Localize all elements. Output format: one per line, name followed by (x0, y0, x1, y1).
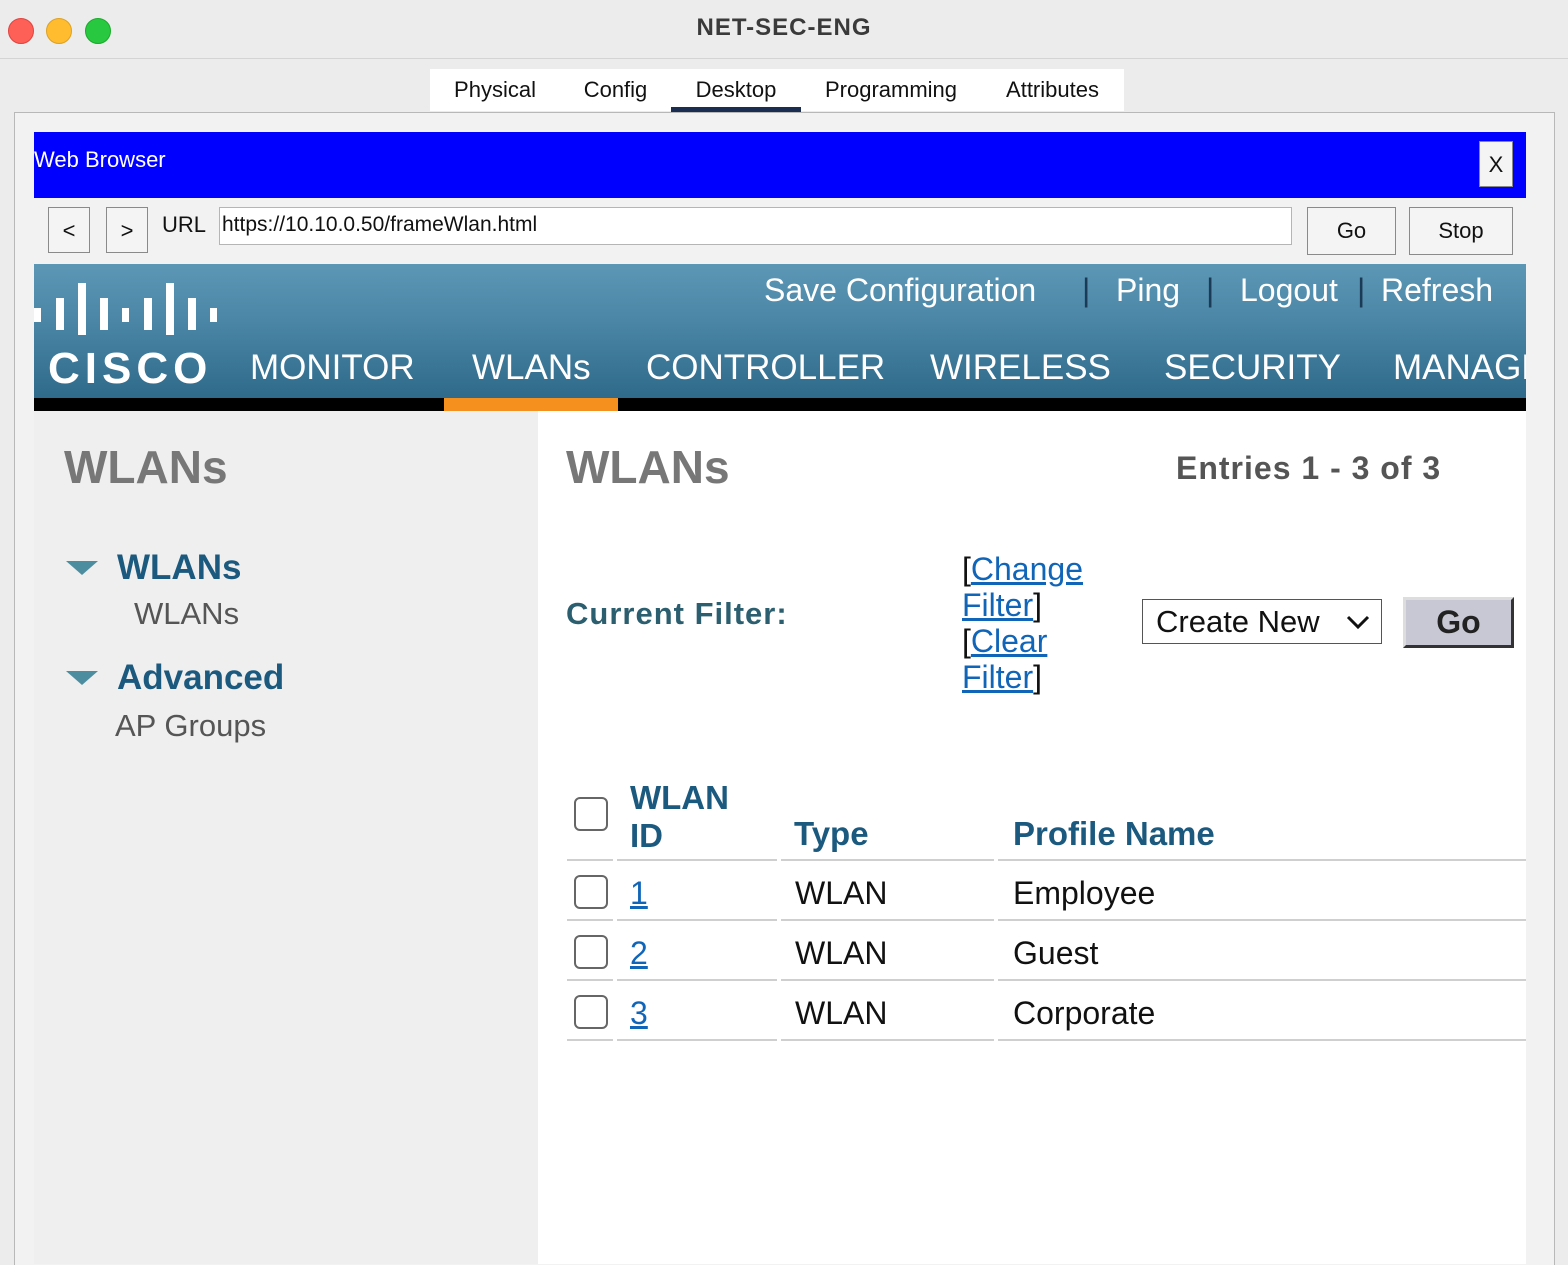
url-label: URL (162, 212, 207, 237)
device-tabs: Physical Config Desktop Programming Attr… (430, 69, 1124, 112)
row-divider (617, 919, 777, 921)
change-filter-link[interactable]: Filter (962, 587, 1033, 623)
tab-config[interactable]: Config (560, 69, 671, 111)
url-input[interactable]: https://10.10.0.50/frameWlan.html (219, 207, 1292, 245)
chevron-down-icon (1346, 615, 1370, 630)
row-divider (998, 919, 1526, 921)
collapse-triangle-icon[interactable] (66, 671, 98, 685)
header-divider (781, 859, 994, 861)
row-divider (781, 979, 994, 981)
row-checkbox[interactable] (574, 875, 608, 909)
back-button[interactable]: < (48, 207, 90, 253)
tab-desktop[interactable]: Desktop (671, 69, 801, 112)
header-divider (567, 859, 613, 861)
sidebar-item-wlans[interactable]: WLANs (134, 596, 239, 632)
collapse-triangle-icon[interactable] (66, 561, 98, 575)
browser-title: Web Browser (34, 147, 166, 172)
ping-link[interactable]: Ping (1116, 272, 1180, 309)
row-divider (617, 979, 777, 981)
refresh-link[interactable]: Refresh (1381, 272, 1493, 309)
row-checkbox[interactable] (574, 935, 608, 969)
wlan-id-link[interactable]: 2 (630, 935, 648, 972)
row-divider (998, 979, 1526, 981)
change-filter: [Change Filter] [Clear Filter] (962, 551, 1083, 695)
header-divider (617, 859, 777, 861)
create-go-button[interactable]: Go (1403, 597, 1514, 648)
wlan-type: WLAN (795, 935, 888, 971)
column-header-wlan-id-line2: ID (630, 817, 663, 854)
link-separator: | (1082, 272, 1091, 308)
change-filter-link[interactable]: Change (971, 551, 1083, 587)
nav-wlans[interactable]: WLANs (472, 348, 591, 388)
nav-wireless[interactable]: WIRELESS (930, 348, 1111, 388)
row-divider (998, 1039, 1526, 1041)
select-all-checkbox[interactable] (574, 797, 608, 831)
current-filter-label: Current Filter: (566, 596, 788, 631)
logout-link[interactable]: Logout (1240, 272, 1338, 309)
wlan-id-link[interactable]: 3 (630, 995, 648, 1032)
browser-close-button[interactable]: X (1479, 141, 1513, 187)
column-header-type[interactable]: Type (794, 815, 869, 853)
tab-attributes[interactable]: Attributes (981, 69, 1124, 111)
clear-filter-link[interactable]: Clear (971, 623, 1047, 659)
clear-filter-link[interactable]: Filter (962, 659, 1033, 695)
row-divider (567, 1039, 613, 1041)
sidebar-section-advanced[interactable]: Advanced (117, 658, 284, 698)
tab-physical[interactable]: Physical (430, 69, 560, 111)
row-divider (781, 919, 994, 921)
active-nav-indicator (444, 398, 618, 411)
wlan-type: WLAN (795, 875, 888, 911)
browser-stop-button[interactable]: Stop (1409, 207, 1513, 255)
forward-button[interactable]: > (106, 207, 148, 253)
column-header-profile-name[interactable]: Profile Name (1013, 815, 1215, 853)
wlan-profile-name: Employee (1013, 875, 1156, 911)
save-configuration-link[interactable]: Save Configuration (764, 272, 1036, 309)
row-divider (617, 1039, 777, 1041)
column-header-wlan-id-line1: WLAN (630, 779, 729, 816)
entries-count: Entries 1 - 3 of 3 (1176, 450, 1442, 486)
nav-controller[interactable]: CONTROLLER (646, 348, 885, 388)
wlan-profile-name: Corporate (1013, 995, 1156, 1031)
row-divider (781, 1039, 994, 1041)
create-new-select-value: Create New (1156, 604, 1320, 639)
row-checkbox[interactable] (574, 995, 608, 1029)
sidebar-item-ap-groups[interactable]: AP Groups (115, 708, 266, 744)
link-separator: | (1357, 272, 1366, 308)
cisco-logo-text: CISCO (48, 344, 213, 393)
column-header-wlan-id[interactable]: WLAN ID (630, 779, 729, 855)
nav-management[interactable]: MANAGE (1393, 348, 1526, 388)
browser-titlebar (34, 132, 1526, 198)
row-divider (567, 919, 613, 921)
wlan-profile-name: Guest (1013, 935, 1099, 971)
nav-monitor[interactable]: MONITOR (250, 348, 415, 388)
row-divider (567, 979, 613, 981)
nav-underline-bar (34, 398, 1526, 411)
sidebar-title: WLANs (64, 441, 228, 493)
header-divider (998, 859, 1526, 861)
sidebar (34, 411, 538, 1264)
sidebar-section-wlans[interactable]: WLANs (117, 548, 241, 588)
wlan-id-link[interactable]: 1 (630, 875, 648, 912)
create-new-select[interactable]: Create New (1142, 599, 1382, 644)
window-title: NET-SEC-ENG (696, 14, 872, 41)
cisco-bars-icon (34, 278, 224, 338)
tab-programming[interactable]: Programming (801, 69, 981, 111)
browser-go-button[interactable]: Go (1307, 207, 1396, 255)
link-separator: | (1206, 272, 1215, 308)
page-title: WLANs (566, 441, 730, 493)
nav-security[interactable]: SECURITY (1164, 348, 1341, 388)
wlan-type: WLAN (795, 995, 888, 1031)
